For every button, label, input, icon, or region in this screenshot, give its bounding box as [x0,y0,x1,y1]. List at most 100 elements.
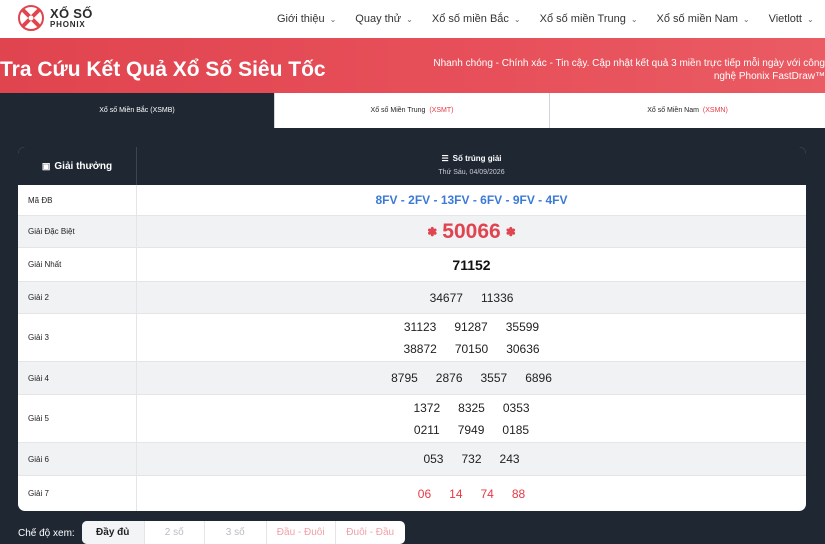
chevron-down-icon: ⌄ [406,14,413,24]
table-row-code: Mã ĐB 8FV - 2FV - 13FV - 6FV - 9FV - 4FV [18,185,806,216]
view-mode-group: Đầy đủ 2 số 3 số Đầu - Đuôi Đuôi - Đầu [81,521,405,544]
hero-banner: Tra Cứu Kết Quả Xổ Số Siêu Tốc Nhanh chó… [0,38,825,93]
prize-number: 35599 [505,319,540,334]
prize-number: 74 [480,486,494,501]
view-mode-label: Chế độ xem: [18,528,75,539]
results-table: ▣ Giải thưởng ☰ Số trúng giải Thứ Sáu, 04… [18,147,806,511]
nav-item-quay-thu[interactable]: Quay thử ⌄ [355,13,413,25]
prize-column-header: ▣ Giải thưởng [18,147,137,185]
prize-label: Giải Nhất [18,248,137,281]
prize-number: 0353 [502,400,530,415]
prize-number: 31123 [403,319,437,334]
prize-number: 88 [511,486,526,501]
tab-label: Xổ số Miền Nam [647,107,699,114]
chevron-down-icon: ⌄ [807,14,814,24]
tab-label: Xổ số Miền Bắc [99,107,149,114]
nav-item-label: Quay thử [355,13,402,25]
numbers-column-header: ☰ Số trúng giải Thứ Sáu, 04/09/2026 [137,147,806,185]
view-mode-head-tail-button[interactable]: Đầu - Đuôi [265,521,335,544]
tab-xsmt[interactable]: Xổ số Miền Trung (XSMT) [274,93,549,128]
tab-code: (XSMB) [150,107,175,114]
prize-label: Giải 2 [18,282,137,313]
prize-number: 0185 [502,422,530,437]
chevron-down-icon: ⌄ [513,14,521,24]
brand-name: XỔ SỐ [50,6,93,21]
table-row-g5: Giải 5 1372 8325 0353 0211 7949 0185 [18,395,806,443]
results-header: ▣ Giải thưởng ☰ Số trúng giải Thứ Sáu, 04… [18,147,806,185]
prize-number: 2876 [435,371,463,385]
prize-column-label: Giải thưởng [54,160,113,172]
prize-label: Giải 6 [18,443,137,475]
prize-number: 6896 [525,371,552,385]
chevron-down-icon: ⌄ [329,14,337,24]
nav-item-mien-bac[interactable]: Xổ số miền Bắc ⌄ [432,13,521,25]
prize-number: 053 [423,452,444,466]
prize-number: 8795 [391,371,418,385]
region-tabs: Xổ số Miền Bắc (XSMB) Xổ số Miền Trung (… [0,93,825,128]
nav-item-label: Giới thiệu [277,13,325,25]
tab-xsmb[interactable]: Xổ số Miền Bắc (XSMB) [0,93,274,128]
nav-item-label: Xổ số miền Trung [539,13,626,25]
prize-number: 1372 [413,400,441,415]
prize-number: 34677 [429,290,463,305]
chevron-down-icon: ⌄ [742,14,750,24]
prize-label: Mã ĐB [18,185,137,215]
tab-label: Xổ số Miền Trung [370,107,426,114]
table-row-g4: Giải 4 8795 2876 3557 6896 [18,362,806,395]
prize-number: 0211 [413,422,440,437]
view-mode-bar: Chế độ xem: Đầy đủ 2 số 3 số Đầu - Đuôi … [18,521,405,544]
list-icon: ☰ [441,154,449,163]
top-nav: XỔ SỐ PHONIX Giới thiệu ⌄ Quay thử ⌄ Xổ số… [0,0,825,38]
calendar-icon: ▣ [41,160,51,171]
brand-subname: PHONIX [50,20,86,29]
prize-number: 7949 [457,422,485,437]
view-mode-2-digit-button[interactable]: 2 số [143,521,204,544]
table-row-first: Giải Nhất 71152 [18,248,806,282]
prize-label: Giải 7 [18,476,137,511]
prize-number: 91287 [454,319,488,334]
view-mode-tail-head-button[interactable]: Đuôi - Đầu [334,521,405,544]
prize-number: 8325 [458,400,485,415]
nav-item-mien-nam[interactable]: Xổ số miền Nam ⌄ [657,13,750,25]
nav-item-mien-trung[interactable]: Xổ số miền Trung ⌄ [540,13,638,25]
prize-number: 06 [417,486,432,501]
special-code-list: 8FV - 2FV - 13FV - 6FV - 9FV - 4FV [375,193,568,207]
page-title: Tra Cứu Kết Quả Xổ Số Siêu Tốc [0,58,326,81]
prize-number: 243 [499,452,520,466]
prize-number: 30636 [506,341,540,356]
prize-number: 3557 [480,371,508,385]
tab-code: (XSMT) [429,107,454,114]
main-menu: Giới thiệu ⌄ Quay thử ⌄ Xổ số miền Bắc ⌄ Xổ… [277,0,825,38]
table-row-special: Giải Đặc Biệt ✽ 50066 ✽ [18,216,806,248]
first-prize-number: 71152 [452,256,491,273]
draw-date: Thứ Sáu, 04/09/2026 [438,169,505,176]
nav-item-label: Xổ số miền Nam [656,13,738,25]
prize-number: 14 [449,486,463,501]
special-prize-number: 50066 [442,219,501,243]
prize-label: Giải Đặc Biệt [18,216,137,247]
prize-number: 38872 [403,341,437,356]
hero-subtitle: Nhanh chóng - Chính xác - Tin cậy. Cập n… [433,58,825,82]
table-row-g7: Giải 7 06 14 74 88 [18,476,806,511]
prize-number: 11336 [480,290,514,305]
prize-label: Giải 4 [18,362,137,394]
flower-icon: ✽ [427,224,438,239]
chevron-down-icon: ⌄ [630,14,638,24]
view-mode-full-button[interactable]: Đầy đủ [81,521,144,544]
nav-item-vietlott[interactable]: Vietlott ⌄ [769,13,814,25]
prize-number: 732 [461,452,482,466]
phonix-logo-icon [18,5,44,31]
prize-label: Giải 5 [18,395,137,442]
nav-item-gioi-thieu[interactable]: Giới thiệu ⌄ [277,13,336,25]
nav-item-label: Xổ số miền Bắc [431,13,509,25]
tab-xsmn[interactable]: Xổ số Miền Nam (XSMN) [549,93,825,128]
brand-logo[interactable]: XỔ SỐ PHONIX [18,5,93,31]
numbers-column-label: Số trúng giải [452,154,502,163]
table-row-g6: Giải 6 053 732 243 [18,443,806,476]
prize-label: Giải 3 [18,314,137,361]
nav-item-label: Vietlott [768,13,802,25]
table-row-g3: Giải 3 31123 91287 35599 38872 70150 306… [18,314,806,362]
view-mode-3-digit-button[interactable]: 3 số [203,521,266,544]
prize-number: 70150 [454,341,489,356]
flower-icon: ✽ [505,224,516,239]
